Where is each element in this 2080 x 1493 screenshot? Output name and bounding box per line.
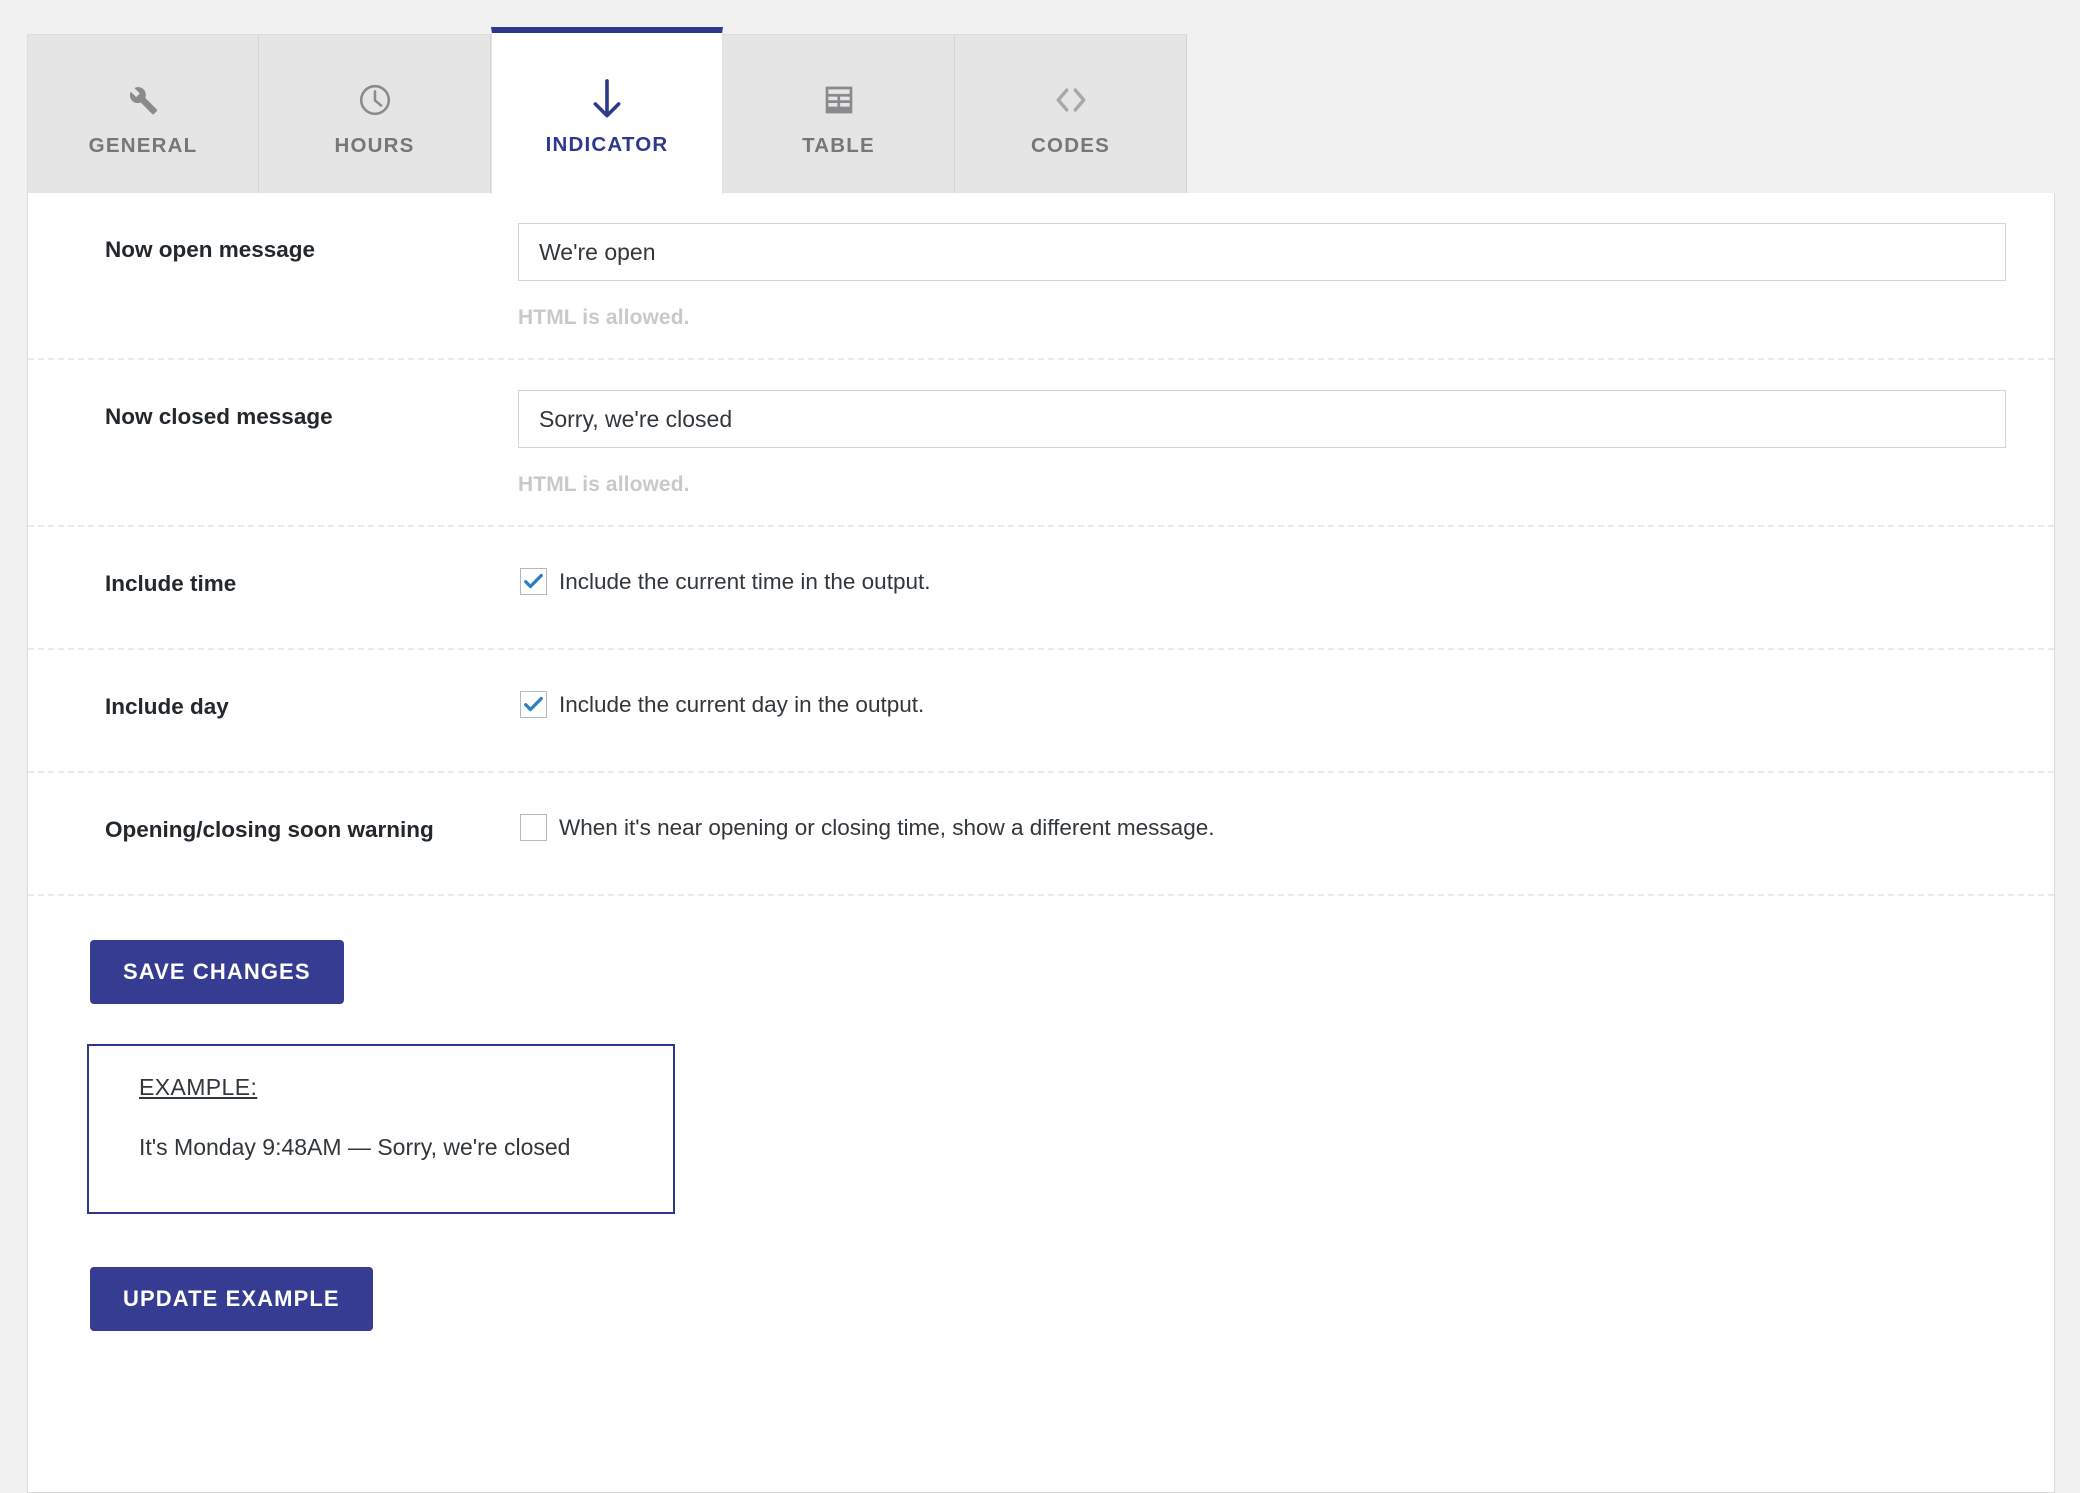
tab-label-hours: HOURS: [334, 133, 415, 157]
wrench-icon: [126, 72, 160, 128]
now-closed-message-input[interactable]: [518, 390, 2006, 448]
helper-now-open-message: HTML is allowed.: [518, 306, 690, 329]
checkmark-icon: [524, 573, 543, 589]
label-soon-warning: Opening/closing soon warning: [105, 817, 434, 842]
angle-brackets-icon: [1052, 72, 1090, 128]
tab-table[interactable]: TABLE: [723, 34, 955, 194]
include-day-checkbox-row[interactable]: Include the current day in the output.: [520, 688, 2006, 735]
include-time-checkbox-label: Include the current time in the output.: [559, 569, 931, 594]
label-now-open-message: Now open message: [105, 237, 316, 262]
tab-indicator[interactable]: INDICATOR: [491, 27, 723, 194]
update-example-button[interactable]: UPDATE EXAMPLE: [90, 1267, 373, 1331]
indicator-settings-panel: Now open message HTML is allowed. Now cl…: [27, 193, 2055, 1493]
row-now-closed-message: Now closed message HTML is allowed.: [28, 360, 2054, 527]
arrow-down-icon: [587, 71, 627, 127]
tab-codes[interactable]: CODES: [955, 34, 1187, 194]
example-preview-box: EXAMPLE: It's Monday 9:48AM — Sorry, we'…: [87, 1044, 675, 1214]
soon-warning-checkbox-row[interactable]: When it's near opening or closing time, …: [520, 811, 2006, 858]
tab-label-indicator: INDICATOR: [545, 132, 669, 156]
tab-label-general: GENERAL: [88, 133, 198, 157]
checkmark-icon: [524, 696, 543, 712]
include-day-checkbox[interactable]: [520, 691, 547, 718]
settings-form: Now open message HTML is allowed. Now cl…: [28, 193, 2054, 896]
row-soon-warning: Opening/closing soon warning When it's n…: [28, 773, 2054, 896]
tab-label-codes: CODES: [1031, 133, 1110, 157]
label-include-day: Include day: [105, 694, 229, 719]
tab-general[interactable]: GENERAL: [27, 34, 259, 194]
soon-warning-checkbox[interactable]: [520, 814, 547, 841]
row-include-day: Include day Include the current day in t…: [28, 650, 2054, 773]
soon-warning-checkbox-label: When it's near opening or closing time, …: [559, 815, 1215, 840]
include-time-checkbox[interactable]: [520, 568, 547, 595]
tab-label-table: TABLE: [802, 133, 875, 157]
helper-now-closed-message: HTML is allowed.: [518, 473, 690, 496]
example-title: EXAMPLE:: [139, 1074, 258, 1100]
clock-icon: [357, 72, 393, 128]
table-grid-icon: [822, 72, 856, 128]
tab-hours[interactable]: HOURS: [259, 34, 491, 194]
row-now-open-message: Now open message HTML is allowed.: [28, 193, 2054, 360]
now-open-message-input[interactable]: [518, 223, 2006, 281]
include-time-checkbox-row[interactable]: Include the current time in the output.: [520, 565, 2006, 612]
example-output-text: It's Monday 9:48AM — Sorry, we're closed: [139, 1134, 571, 1160]
save-changes-button[interactable]: SAVE CHANGES: [90, 940, 344, 1004]
row-include-time: Include time Include the current time in…: [28, 527, 2054, 650]
include-day-checkbox-label: Include the current day in the output.: [559, 692, 925, 717]
settings-tab-bar: GENERAL HOURS INDICATOR TABLE CODES: [27, 27, 1187, 194]
label-now-closed-message: Now closed message: [105, 404, 333, 429]
label-include-time: Include time: [105, 571, 237, 596]
